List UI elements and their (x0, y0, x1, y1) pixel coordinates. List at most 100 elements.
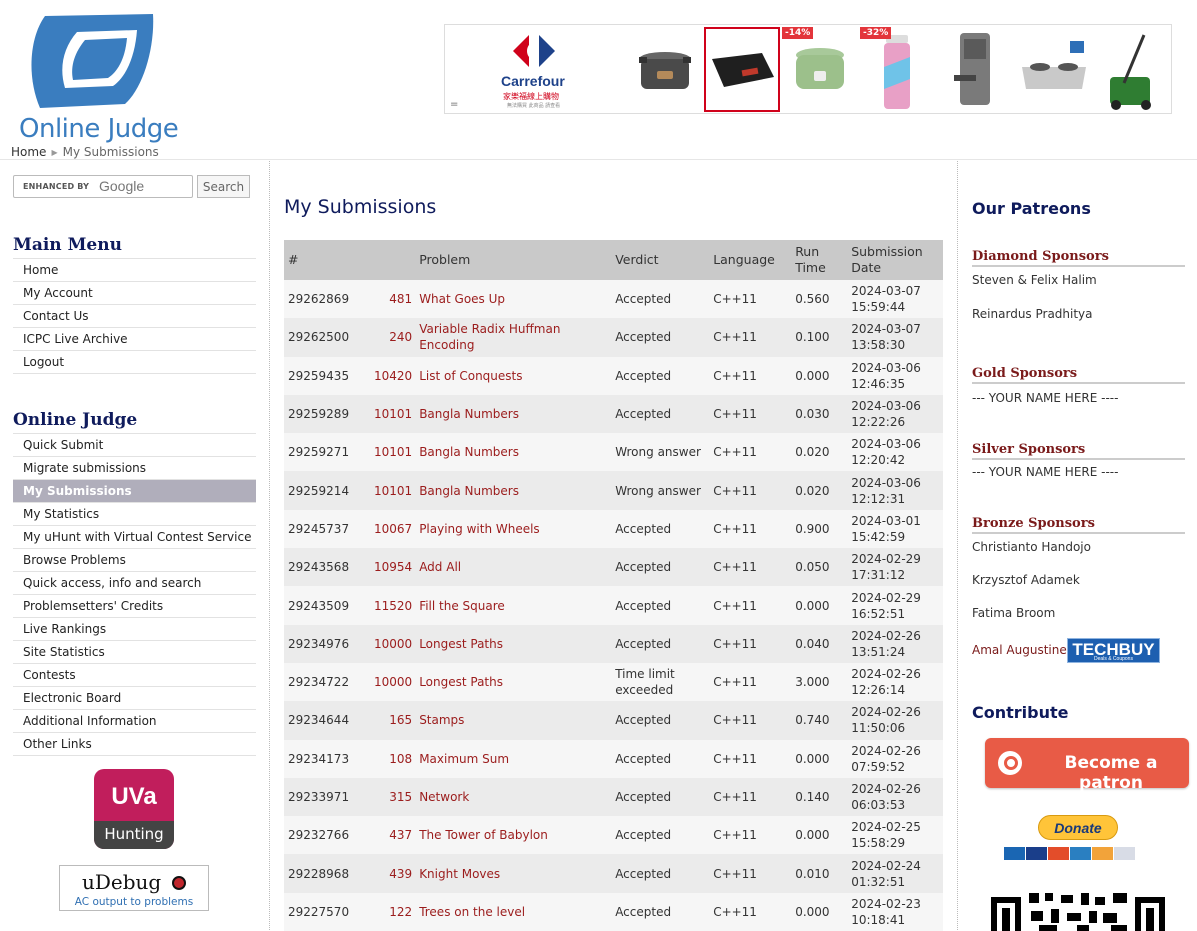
submission-id: 29234722 (288, 675, 350, 690)
problem-number-link[interactable]: 11520 (370, 586, 415, 624)
ad-brand-panel[interactable]: Carrefour 家樂福線上購物 無法購買 此商品 請查看 = (445, 25, 625, 113)
problem-number-link[interactable]: 10101 (370, 395, 415, 433)
submission-id: 29233971 (288, 790, 350, 804)
submission-id: 29262500 (288, 330, 350, 345)
menu-item-other-links[interactable]: Other Links (13, 733, 256, 756)
problem-title-link[interactable]: What Goes Up (415, 280, 611, 318)
ad-product-rice-cooker-dark[interactable] (627, 27, 703, 112)
problem-title-link[interactable]: Longest Paths (415, 625, 611, 663)
problem-number-link[interactable]: 10954 (370, 548, 415, 586)
become-patron-button[interactable]: Become a patron (985, 738, 1189, 793)
submission-date-cell: 2024-02-23 10:18:41 (851, 896, 921, 927)
verdict-cell: Accepted (615, 866, 672, 881)
ad-product-espresso-machine[interactable] (938, 27, 1014, 112)
table-row: 29234976 10000 Longest Paths Accepted C++11 0… (284, 624, 943, 663)
logo-text[interactable]: Online Judge (19, 114, 179, 144)
submission-id: 29259271 (288, 445, 350, 460)
ad-fine-print: 無法購買 此商品 請查看 (507, 103, 561, 109)
submission-date-cell: 2024-03-07 13:58:30 (851, 322, 921, 353)
ad-product-rice-cooker-green[interactable]: -14% (782, 27, 858, 112)
problem-title-link[interactable]: List of Conquests (415, 357, 611, 395)
pressure-washer-icon (1110, 34, 1151, 110)
menu-item-icpc-live-archive[interactable]: ICPC Live Archive (13, 328, 256, 351)
menu-item-problemsetters-credits[interactable]: Problemsetters' Credits (13, 595, 256, 618)
menu-item-quick-access-info-and-search[interactable]: Quick access, info and search (13, 572, 256, 595)
problem-title-link[interactable]: Bangla Numbers (415, 471, 611, 509)
ad-product-bottle[interactable]: -32% (860, 27, 936, 112)
menu-item-home[interactable]: Home (13, 259, 256, 282)
verdict-cell: Accepted (615, 521, 672, 536)
problem-number-link[interactable]: 10000 (370, 625, 415, 663)
problem-number-link[interactable]: 10067 (370, 510, 415, 548)
google-search-input[interactable]: ENHANCED BY Google (13, 175, 193, 198)
ad-menu-icon[interactable]: = (450, 99, 458, 110)
run-time-cell: 0.000 (795, 598, 830, 613)
run-time-cell: 0.020 (795, 445, 830, 460)
menu-item-my-uhunt-with-virtual-contest-service[interactable]: My uHunt with Virtual Contest Service (13, 526, 256, 549)
problem-number-link[interactable]: 10101 (370, 471, 415, 509)
udebug-badge[interactable]: uDebug AC output to problems (59, 865, 209, 911)
menu-item-migrate-submissions[interactable]: Migrate submissions (13, 457, 256, 480)
ad-product-scale[interactable] (704, 27, 780, 112)
espresso-machine-icon (954, 33, 990, 105)
problem-number-link[interactable]: 108 (370, 740, 415, 778)
language-cell: C++11 (713, 751, 757, 766)
breadcrumb-home-link[interactable]: Home (11, 145, 46, 159)
problem-number-link[interactable]: 10420 (370, 357, 415, 395)
run-time-cell: 0.000 (795, 368, 830, 383)
verdict-cell: Accepted (615, 904, 672, 919)
problem-title-link[interactable]: Bangla Numbers (415, 395, 611, 433)
menu-item-additional-information[interactable]: Additional Information (13, 710, 256, 733)
problem-number-link[interactable]: 437 (370, 816, 415, 854)
techbuy-logo[interactable]: TECHBUY Deals & Coupons (1067, 638, 1160, 663)
bank-account-icon (1114, 847, 1135, 860)
menu-item-quick-submit[interactable]: Quick Submit (13, 434, 256, 457)
menu-item-electronic-board[interactable]: Electronic Board (13, 687, 256, 710)
search-button[interactable]: Search (197, 175, 250, 198)
menu-item-my-submissions[interactable]: My Submissions (13, 480, 256, 503)
problem-number-link[interactable]: 165 (370, 701, 415, 739)
ad-banner[interactable]: Carrefour 家樂福線上購物 無法購買 此商品 請查看 = -14% -3… (444, 24, 1172, 114)
ad-product-gas-stove[interactable] (1016, 27, 1092, 112)
menu-item-contests[interactable]: Contests (13, 664, 256, 687)
ad-product-pressure-washer[interactable] (1094, 27, 1170, 112)
menu-item-site-statistics[interactable]: Site Statistics (13, 641, 256, 664)
problem-number-link[interactable]: 122 (370, 893, 415, 931)
problem-title-link[interactable]: Add All (415, 548, 611, 586)
menu-item-live-rankings[interactable]: Live Rankings (13, 618, 256, 641)
problem-title-link[interactable]: Fill the Square (415, 586, 611, 624)
submission-date-cell: 2024-02-29 16:52:51 (851, 590, 921, 621)
sponsor-link[interactable]: Amal Augustine (972, 643, 1067, 657)
problem-number-link[interactable]: 240 (370, 318, 415, 356)
problem-title-link[interactable]: Knight Moves (415, 854, 611, 892)
language-cell: C++11 (713, 330, 757, 345)
problem-title-link[interactable]: Longest Paths (415, 663, 611, 701)
problem-number-link[interactable]: 481 (370, 280, 415, 318)
problem-title-link[interactable]: Variable Radix Huffman Encoding (415, 318, 611, 356)
paypal-donate-button[interactable]: Donate (1038, 815, 1118, 840)
problem-number-link[interactable]: 10000 (370, 663, 415, 701)
problem-title-link[interactable]: Playing with Wheels (415, 510, 611, 548)
menu-item-logout[interactable]: Logout (13, 351, 256, 374)
problem-number-link[interactable]: 315 (370, 778, 415, 816)
patreon-icon (998, 751, 1022, 775)
uva-hunting-badge[interactable]: UVa Hunting (94, 769, 174, 849)
menu-item-browse-problems[interactable]: Browse Problems (13, 549, 256, 572)
menu-item-my-account[interactable]: My Account (13, 282, 256, 305)
problem-number-link[interactable]: 439 (370, 854, 415, 892)
menu-item-my-statistics[interactable]: My Statistics (13, 503, 256, 526)
run-time-cell: 0.000 (795, 904, 830, 919)
run-time-cell: 0.040 (795, 636, 830, 651)
problem-title-link[interactable]: Bangla Numbers (415, 433, 611, 471)
problem-title-link[interactable]: Maximum Sum (415, 740, 611, 778)
problem-title-link[interactable]: The Tower of Babylon (415, 816, 611, 854)
problem-title-link[interactable]: Stamps (415, 701, 611, 739)
problem-title-link[interactable]: Network (415, 778, 611, 816)
run-time-cell: 0.740 (795, 713, 830, 728)
menu-item-contact-us[interactable]: Contact Us (13, 305, 256, 328)
google-logo: Google (99, 178, 145, 194)
submission-date-cell: 2024-02-26 12:26:14 (851, 667, 921, 698)
problem-title-link[interactable]: Trees on the level (415, 893, 611, 931)
problem-number-link[interactable]: 10101 (370, 433, 415, 471)
breadcrumb-separator-icon: ▶ (51, 148, 58, 157)
